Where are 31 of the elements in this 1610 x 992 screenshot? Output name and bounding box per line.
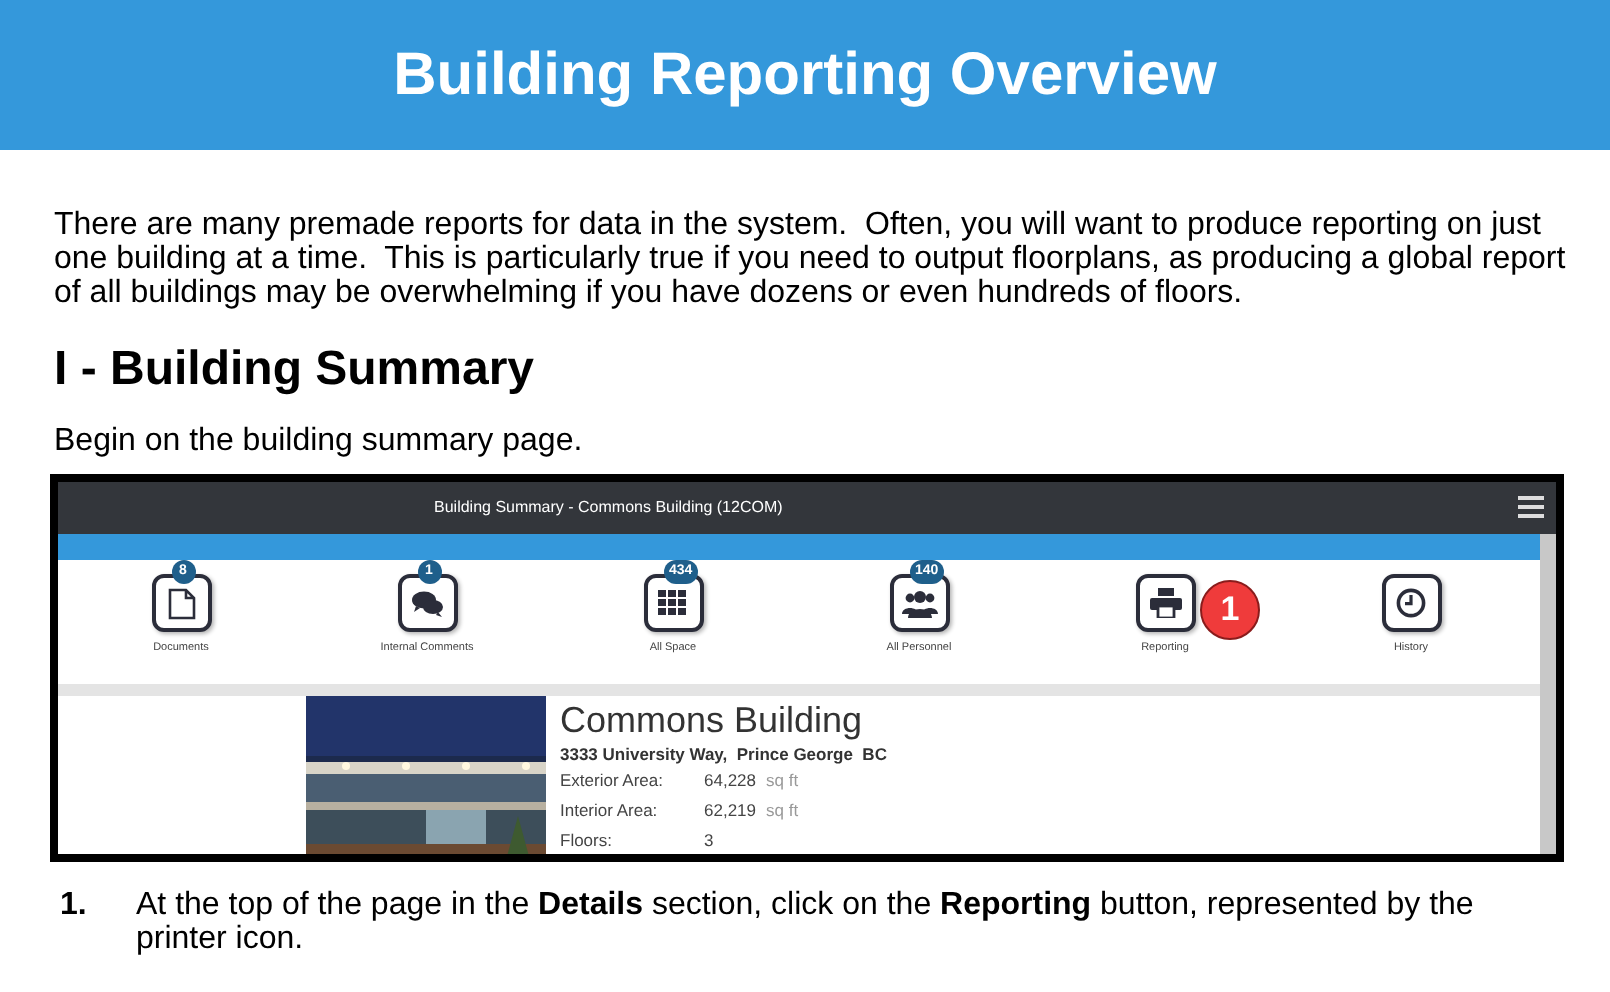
field-value: 3 xyxy=(704,828,714,854)
action-button[interactable] xyxy=(1135,574,1195,632)
printer-icon xyxy=(1149,588,1181,618)
document-icon xyxy=(167,587,195,619)
app-title: Building Summary - Commons Building (12COM) xyxy=(434,496,783,520)
field-label: Floors: xyxy=(560,828,614,854)
action-button[interactable] xyxy=(889,574,949,632)
action-button[interactable] xyxy=(1381,574,1441,632)
section-text: Begin on the building summary page. xyxy=(54,424,585,460)
action-button[interactable] xyxy=(151,574,211,632)
people-icon xyxy=(901,589,937,617)
step-marker: 1 xyxy=(1200,580,1260,640)
step-number: 1. xyxy=(60,888,89,926)
field-unit: sq ft xyxy=(766,798,799,824)
action-button[interactable] xyxy=(643,574,703,632)
intro-paragraph: There are many premade reports for data in the system. Often, you will want to produce reporting on just one building at a time. This is particularly true if you need to output floorplans, as producing a global report of all buildings may be overwhelming if you have dozens or even hundreds of floors. xyxy=(54,208,1568,310)
section-heading: I - Building Summary xyxy=(54,342,537,398)
page-title: Building Reporting Overview xyxy=(393,45,1217,105)
grid-icon xyxy=(658,590,688,616)
menu-icon[interactable] xyxy=(1518,496,1544,518)
field-value: 62,219 xyxy=(704,798,756,824)
speech-bubbles-icon xyxy=(411,589,443,617)
step-text: At the top of the page in the Details section, click on the Reporting button, represented by the printer icon. xyxy=(136,888,1476,956)
action-button[interactable] xyxy=(397,574,457,632)
field-unit: sq ft xyxy=(766,768,799,794)
building-name: Commons Building xyxy=(560,698,865,742)
field-label: Exterior Area: xyxy=(560,768,665,794)
field-value: 64,228 xyxy=(704,768,756,794)
field-label: Interior Area: xyxy=(560,798,660,824)
building-address: 3333 University Way, Prince George BC xyxy=(560,742,887,766)
clock-icon xyxy=(1396,588,1426,618)
